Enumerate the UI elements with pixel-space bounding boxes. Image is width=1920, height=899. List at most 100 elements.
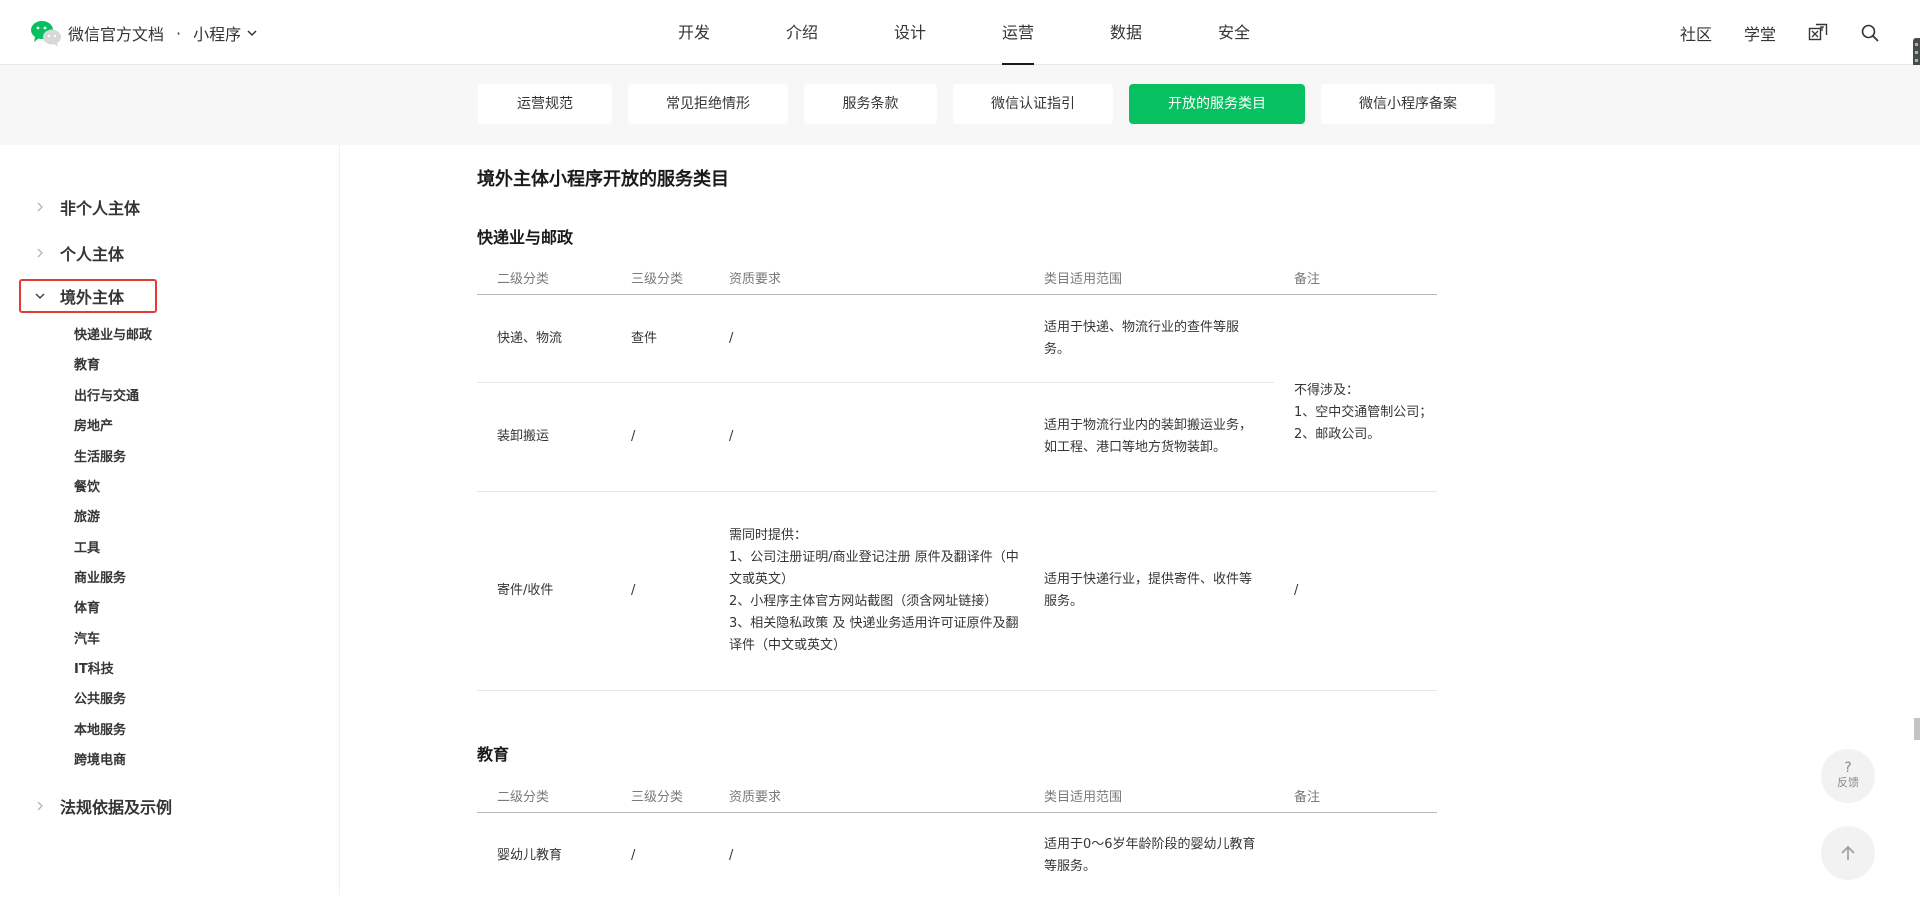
nav-item-design[interactable]: 设计	[856, 0, 964, 65]
main-nav: 开发 介绍 设计 运营 数据 安全	[640, 0, 1288, 65]
table-cell: /	[631, 583, 636, 598]
column-header: 二级分类	[497, 272, 550, 287]
table-cell: 快递、物流	[497, 330, 563, 346]
table-cell: 适用于物流行业内的装卸搬运业务，如工程、港口等地方货物装卸。	[1044, 418, 1253, 455]
table-cell: 适用于快递、物流行业的查件等服务。	[1044, 319, 1240, 357]
tab-operation-rules[interactable]: 运营规范	[478, 84, 612, 124]
nav-item-operations[interactable]: 运营	[964, 0, 1072, 65]
education-table: 二级分类 三级分类 资质要求 类目适用范围 备注 婴幼儿教育 / / 适用于0～…	[477, 776, 1437, 899]
sidebar-subitem-local-services[interactable]: 本地服务	[74, 719, 126, 738]
sidebar-subitem-education[interactable]: 教育	[74, 354, 100, 373]
sidebar-subitem-automotive[interactable]: 汽车	[74, 628, 100, 647]
nav-item-security[interactable]: 安全	[1180, 0, 1288, 65]
table-row: 婴幼儿教育 / / 适用于0～6岁年龄阶段的婴幼儿教育等服务。	[477, 813, 1437, 899]
back-to-top-icon	[1841, 845, 1855, 860]
table-header: 二级分类 三级分类 资质要求 类目适用范围 备注	[477, 258, 1437, 295]
translate-icon[interactable]	[1808, 23, 1828, 43]
sidebar-subitem-travel[interactable]: 旅游	[74, 506, 100, 525]
sidebar-subitem-catering[interactable]: 餐饮	[74, 476, 100, 495]
table-cell: 婴幼儿教育	[497, 848, 563, 863]
sidebar-item-overseas[interactable]: 境外主体	[34, 281, 124, 311]
help-icon: ?	[1844, 760, 1852, 776]
column-header: 三级分类	[631, 790, 684, 805]
sidebar-item-label: 非个人主体	[60, 199, 141, 218]
table-cell: 装卸搬运	[497, 429, 550, 444]
sidebar-subitem-tools[interactable]: 工具	[74, 537, 100, 556]
table-cell: /	[729, 429, 734, 444]
academy-link[interactable]: 学堂	[1744, 21, 1776, 45]
back-to-top-button[interactable]	[1821, 826, 1875, 880]
column-header: 类目适用范围	[1044, 790, 1123, 805]
sidebar-item-regulations[interactable]: 法规依据及示例	[34, 791, 172, 821]
sidebar-subitem-express[interactable]: 快递业与邮政	[74, 324, 152, 343]
sidebar-item-personal[interactable]: 个人主体	[34, 238, 124, 268]
sub-nav: 运营规范 常见拒绝情形 服务条款 微信认证指引 开放的服务类目 微信小程序备案	[0, 65, 1920, 145]
column-header: 类目适用范围	[1044, 272, 1123, 287]
chevron-right-icon	[37, 801, 43, 811]
community-link[interactable]: 社区	[1680, 21, 1712, 45]
chevron-down-icon	[35, 293, 45, 299]
table-cell: 需同时提供： 1、公司注册证明/商业登记注册 原件及翻译件（中文或英文） 2、小…	[729, 528, 1019, 653]
table-row: 寄件/收件 / 需同时提供： 1、公司注册证明/商业登记注册 原件及翻译件（中文…	[477, 492, 1437, 691]
search-icon[interactable]	[1860, 23, 1880, 43]
page-title: 境外主体小程序开放的服务类目	[477, 169, 729, 190]
tab-wechat-certification[interactable]: 微信认证指引	[953, 84, 1113, 124]
table-header: 二级分类 三级分类 资质要求 类目适用范围 备注	[477, 776, 1437, 813]
section-heading-education: 教育	[477, 745, 510, 764]
table-cell: 寄件/收件	[497, 583, 554, 598]
sidebar-subitem-public-services[interactable]: 公共服务	[74, 688, 126, 707]
brand-separator: ·	[176, 23, 182, 43]
table-cell: 查件	[631, 330, 658, 346]
scrollbar-thumb[interactable]	[1914, 718, 1920, 740]
product-switcher[interactable]: 小程序	[193, 21, 257, 45]
sidebar-item-label: 个人主体	[60, 245, 125, 264]
sidebar-subitem-real-estate[interactable]: 房地产	[74, 415, 113, 434]
express-table: 二级分类 三级分类 资质要求 类目适用范围 备注 快递、物流 查件 / 适用于快…	[477, 258, 1437, 691]
table-row: 快递、物流 查件 / 适用于快递、物流行业的查件等服务。	[477, 295, 1274, 383]
sidebar-subitem-business[interactable]: 商业服务	[74, 567, 126, 586]
brand[interactable]: 微信官方文档 · 小程序	[30, 19, 257, 47]
column-header: 资质要求	[729, 272, 782, 287]
table-cell: 适用于快递行业，提供寄件、收件等服务。	[1044, 572, 1253, 609]
sidebar: 非个人主体 个人主体 境外主体 快递业与邮政 教育 出行与交通 房地产 生活服务…	[0, 145, 340, 895]
tab-miniprogram-filing[interactable]: 微信小程序备案	[1321, 84, 1495, 124]
nav-item-intro[interactable]: 介绍	[748, 0, 856, 65]
sidebar-subitem-cross-border-ecommerce[interactable]: 跨境电商	[74, 749, 126, 768]
table-cell: /	[1294, 583, 1299, 598]
sidebar-subitem-sports[interactable]: 体育	[74, 597, 100, 616]
brand-title: 微信官方文档	[68, 25, 165, 44]
merged-remark-cell: 不得涉及： 1、空中交通管制公司； 2、邮政公司。	[1294, 383, 1433, 442]
table-cell: /	[631, 848, 636, 863]
column-header: 备注	[1294, 272, 1321, 287]
nav-item-data[interactable]: 数据	[1072, 0, 1180, 65]
column-header: 资质要求	[729, 790, 782, 805]
table-row: 装卸搬运 / / 适用于物流行业内的装卸搬运业务，如工程、港口等地方货物装卸。	[477, 383, 1437, 492]
feedback-button[interactable]: ? 反馈	[1821, 749, 1875, 803]
table-cell: 适用于0～6岁年龄阶段的婴幼儿教育等服务。	[1044, 837, 1256, 874]
right-nav: 社区 学堂	[1648, 0, 1880, 65]
tab-service-terms[interactable]: 服务条款	[804, 84, 937, 124]
product-name: 小程序	[193, 25, 242, 44]
sidebar-subitem-life-services[interactable]: 生活服务	[74, 446, 126, 465]
sidebar-subitem-transport[interactable]: 出行与交通	[74, 385, 139, 404]
table-cell: /	[729, 848, 734, 863]
column-header: 三级分类	[631, 272, 684, 287]
table-cell: /	[631, 429, 636, 444]
column-header: 二级分类	[497, 790, 550, 805]
sidebar-item-label: 法规依据及示例	[60, 798, 173, 817]
tab-common-rejections[interactable]: 常见拒绝情形	[628, 84, 788, 124]
feedback-label: 反馈	[1837, 776, 1859, 789]
chevron-down-icon	[247, 30, 257, 37]
wechat-logo-icon	[31, 21, 61, 47]
sidebar-item-non-personal[interactable]: 非个人主体	[34, 192, 140, 222]
chevron-right-icon	[37, 248, 43, 258]
sidebar-item-label: 境外主体	[60, 288, 125, 307]
sidebar-divider	[339, 145, 340, 895]
nav-item-dev[interactable]: 开发	[640, 0, 748, 65]
chevron-right-icon	[37, 202, 43, 212]
table-cell: /	[729, 330, 734, 346]
section-heading-express: 快递业与邮政	[477, 228, 574, 247]
tab-open-service-categories[interactable]: 开放的服务类目	[1129, 84, 1305, 124]
sidebar-subitem-it-tech[interactable]: IT科技	[74, 658, 114, 677]
top-bar: 微信官方文档 · 小程序 开发 介绍 设计 运营 数据 安全 社区 学堂	[0, 0, 1920, 98]
